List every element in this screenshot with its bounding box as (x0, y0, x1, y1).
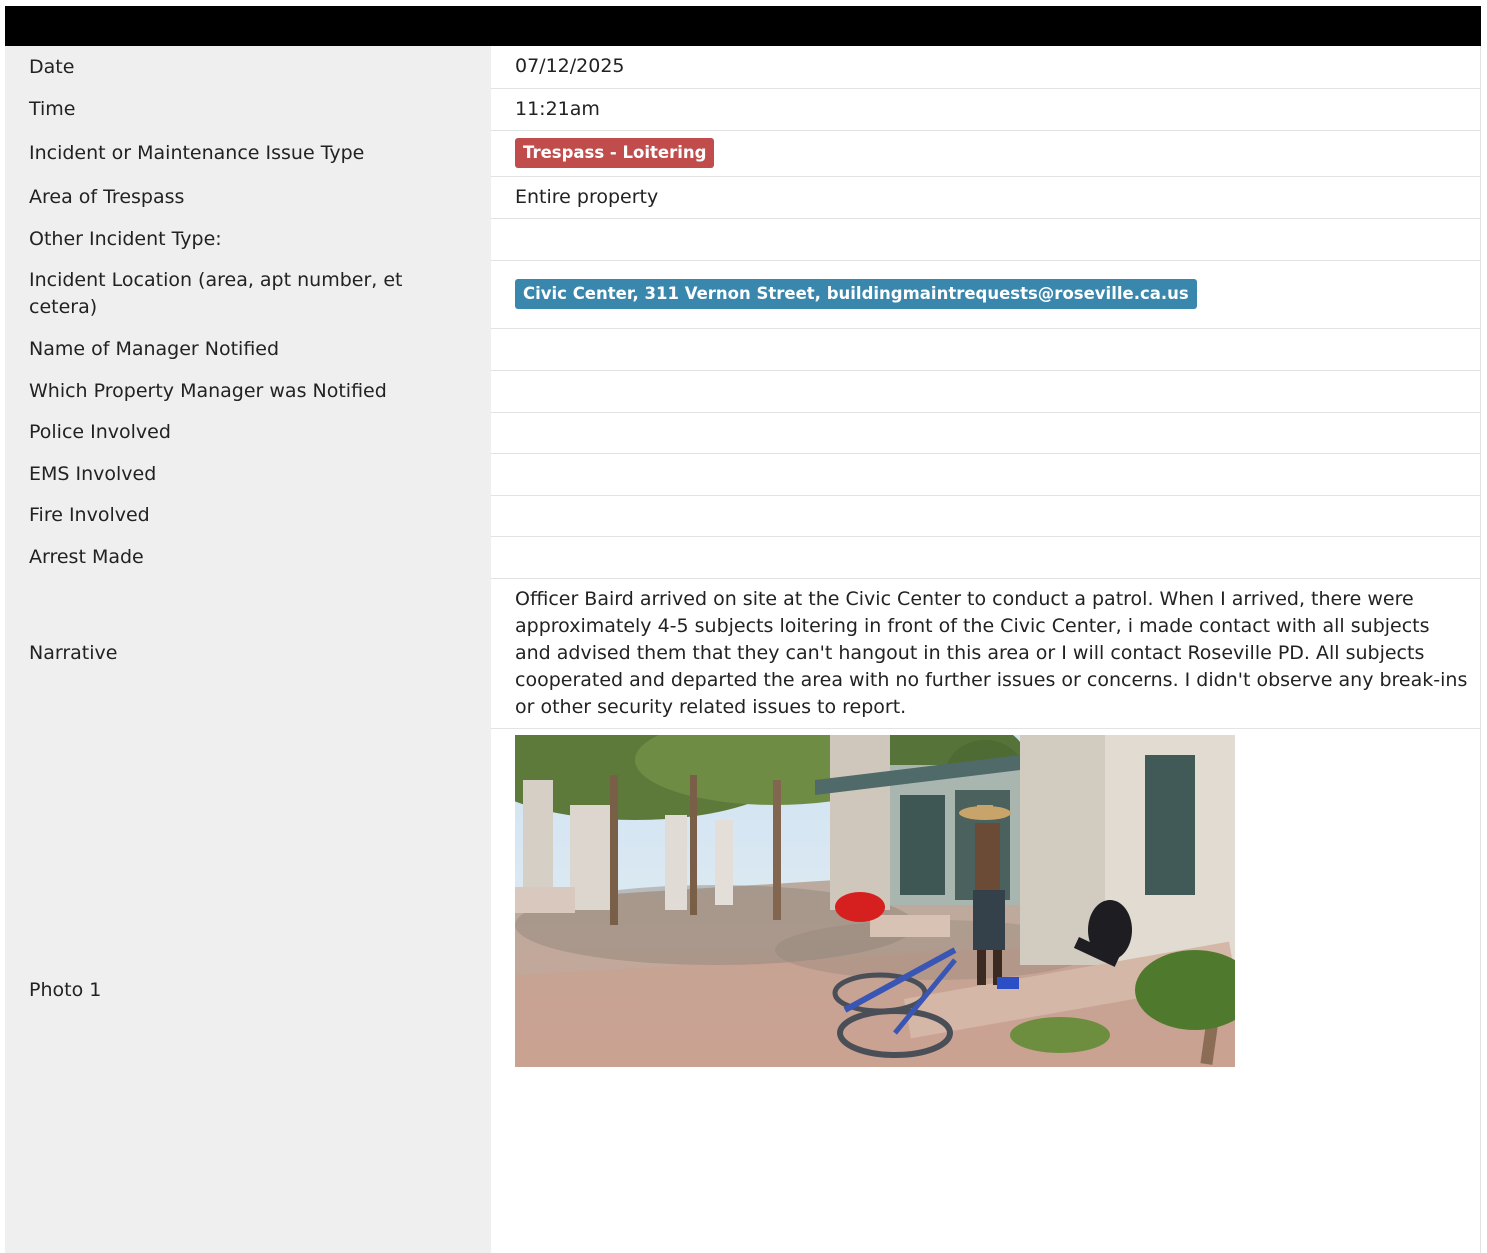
value-incident-type: Trespass - Loitering (491, 130, 1481, 177)
report-table: Date 07/12/2025 Time 11:21am Incident or… (5, 46, 1481, 1253)
label-fire-involved: Fire Involved (5, 495, 491, 536)
row-narrative: Narrative Officer Baird arrived on site … (5, 578, 1481, 729)
label-ems-involved: EMS Involved (5, 453, 491, 495)
value-time: 11:21am (491, 88, 1481, 131)
row-manager-notified: Name of Manager Notified (5, 328, 1481, 371)
label-area-of-trespass: Area of Trespass (5, 176, 491, 218)
value-property-manager (491, 370, 1481, 413)
label-narrative: Narrative (5, 578, 491, 728)
label-photo-1: Photo 1 (5, 728, 491, 1253)
row-police-involved: Police Involved (5, 412, 1481, 454)
value-photo-1 (491, 728, 1481, 1253)
incident-type-badge: Trespass - Loitering (515, 138, 715, 168)
value-narrative: Officer Baird arrived on site at the Civ… (491, 578, 1481, 729)
value-area-of-trespass: Entire property (491, 176, 1481, 219)
label-other-incident-type: Other Incident Type: (5, 218, 491, 260)
value-ems-involved (491, 453, 1481, 496)
value-other-incident-type (491, 218, 1481, 261)
incident-report: Date 07/12/2025 Time 11:21am Incident or… (5, 6, 1481, 1253)
value-manager-notified (491, 328, 1481, 371)
row-date: Date 07/12/2025 (5, 46, 1481, 89)
label-manager-notified: Name of Manager Notified (5, 328, 491, 370)
value-police-involved (491, 412, 1481, 454)
row-area-of-trespass: Area of Trespass Entire property (5, 176, 1481, 219)
row-incident-type: Incident or Maintenance Issue Type Tresp… (5, 130, 1481, 177)
header-bar (5, 6, 1481, 46)
label-arrest-made: Arrest Made (5, 536, 491, 578)
row-arrest-made: Arrest Made (5, 536, 1481, 579)
label-incident-location: Incident Location (area, apt number, et … (5, 260, 491, 328)
value-arrest-made (491, 536, 1481, 579)
label-property-manager: Which Property Manager was Notified (5, 370, 491, 412)
label-incident-type: Incident or Maintenance Issue Type (5, 130, 491, 176)
location-badge: Civic Center, 311 Vernon Street, buildin… (515, 279, 1197, 309)
value-incident-location: Civic Center, 311 Vernon Street, buildin… (491, 260, 1481, 329)
value-fire-involved (491, 495, 1481, 537)
row-property-manager: Which Property Manager was Notified (5, 370, 1481, 413)
label-police-involved: Police Involved (5, 412, 491, 453)
value-date: 07/12/2025 (491, 46, 1481, 89)
row-incident-location: Incident Location (area, apt number, et … (5, 260, 1481, 329)
label-time: Time (5, 88, 491, 130)
label-date: Date (5, 46, 491, 88)
row-ems-involved: EMS Involved (5, 453, 1481, 496)
row-other-incident-type: Other Incident Type: (5, 218, 1481, 261)
row-fire-involved: Fire Involved (5, 495, 1481, 537)
row-photo-1: Photo 1 (5, 728, 1481, 1253)
row-time: Time 11:21am (5, 88, 1481, 131)
plaza-photo-with-people-and-bicycle-icon (515, 734, 1235, 1067)
